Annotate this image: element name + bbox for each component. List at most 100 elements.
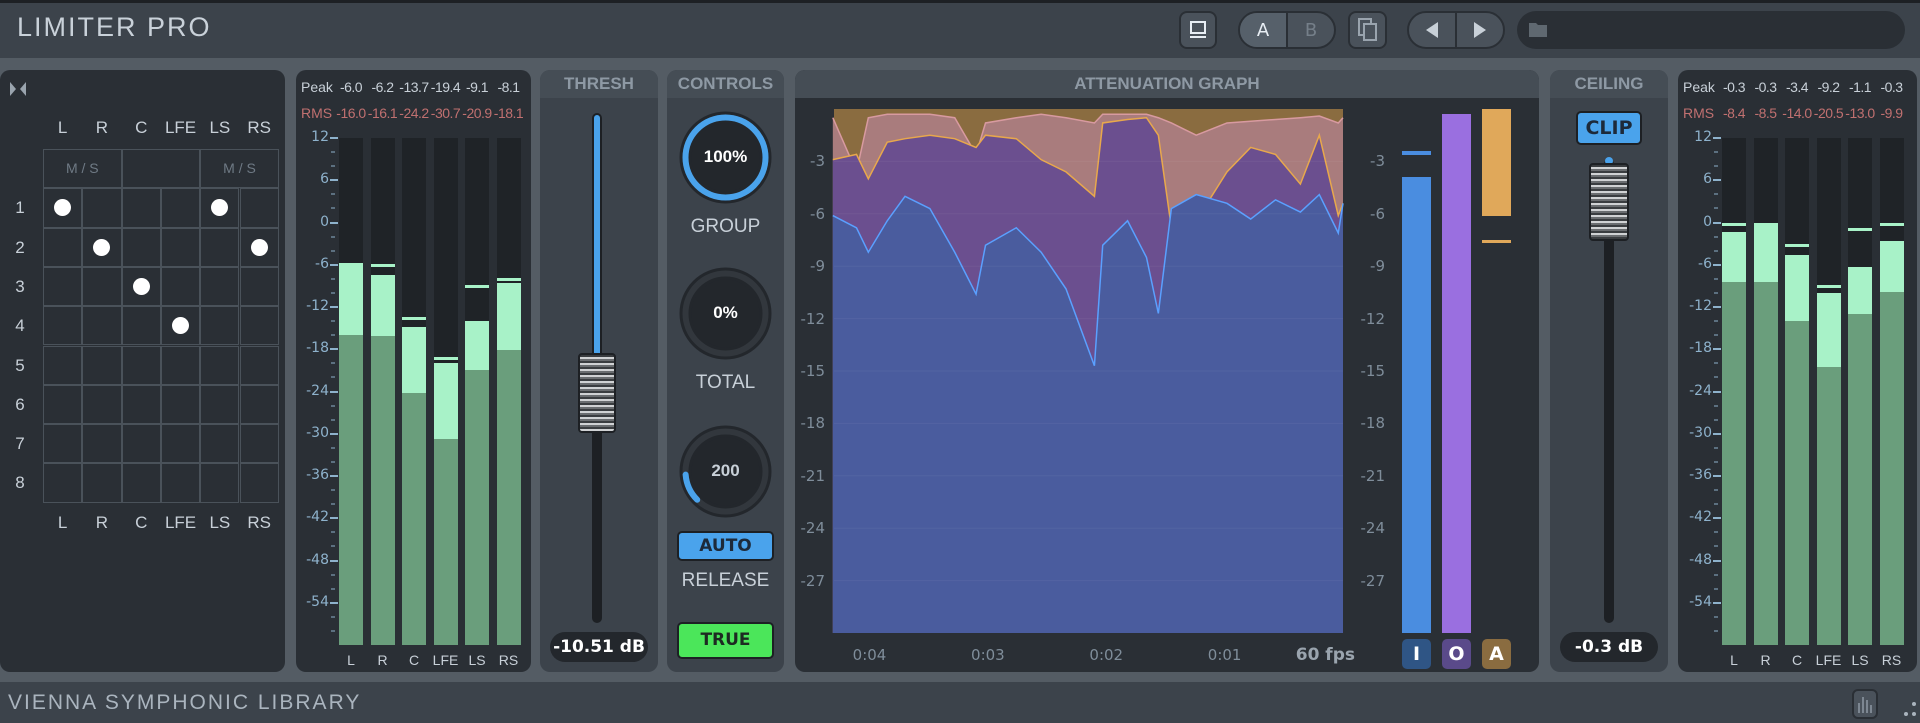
meter-scale-label: -36 <box>306 467 329 483</box>
routing-cell[interactable] <box>82 345 122 385</box>
clip-button[interactable]: CLIP <box>1576 111 1642 145</box>
graph-y-label-left: -18 <box>800 414 826 433</box>
routing-cell[interactable] <box>239 463 279 503</box>
meter-minor-tick <box>331 489 335 492</box>
routing-cell[interactable] <box>82 188 122 228</box>
preset-b-button[interactable]: B <box>1288 13 1334 47</box>
graph-toggle-a[interactable]: A <box>1482 639 1511 669</box>
graph-toggle-o[interactable]: O <box>1442 639 1471 669</box>
meter-tick <box>330 601 338 604</box>
peak-value: -8.1 <box>497 79 520 95</box>
controls-panel: CONTROLS 100% GROUP 0% TOTAL 200 AUTO RE… <box>667 70 784 672</box>
brand-label: VIENNA SYMPHONIC LIBRARY <box>8 691 362 714</box>
input-level-bar <box>1402 177 1431 633</box>
meter-minor-tick <box>1714 249 1718 252</box>
routing-bottom-label: RS <box>247 513 271 532</box>
meter-scale-label: 0 <box>1703 213 1712 230</box>
routing-cell[interactable] <box>239 266 279 307</box>
graph-y-label-right: -24 <box>1360 519 1386 538</box>
graph-y-label-right: -6 <box>1370 204 1385 223</box>
attenuation-bar <box>1482 109 1511 216</box>
routing-cell[interactable] <box>200 345 240 385</box>
routing-cell[interactable] <box>43 266 83 307</box>
meter-tick <box>330 306 338 308</box>
collapse-icon[interactable] <box>10 82 26 96</box>
routing-cell[interactable] <box>200 424 240 464</box>
next-preset-button[interactable] <box>1457 13 1503 47</box>
meter-rms-fill <box>1879 292 1904 645</box>
routing-cell[interactable] <box>121 384 161 425</box>
monitor-icon <box>1190 21 1206 38</box>
routing-cell[interactable] <box>43 306 83 346</box>
routing-cell[interactable] <box>160 424 201 464</box>
graph-y-label-right: -21 <box>1360 466 1386 485</box>
meter-tick <box>1713 559 1721 562</box>
meter-minor-tick <box>331 249 335 252</box>
attenuation-graph-panel: ATTENUATION GRAPH -3 -3 -6 -6 -9 -9 -12 -12 -15-… <box>795 70 1539 672</box>
meter-scale-label: -54 <box>306 593 329 610</box>
thresh-slider-handle[interactable] <box>578 352 616 433</box>
routing-cell[interactable] <box>43 384 83 425</box>
preset-a-button[interactable]: A <box>1240 13 1288 47</box>
routing-cell[interactable] <box>43 345 83 385</box>
routing-cell[interactable] <box>200 463 240 503</box>
routing-cell[interactable] <box>200 227 240 267</box>
routing-cell[interactable] <box>121 345 161 385</box>
routing-row-label: 7 <box>15 434 25 454</box>
routing-cell[interactable] <box>82 463 122 503</box>
routing-cell[interactable] <box>160 266 201 307</box>
window-size-button[interactable] <box>1179 11 1217 49</box>
routing-cell[interactable] <box>160 463 201 503</box>
routing-dot[interactable] <box>250 238 268 256</box>
routing-cell[interactable] <box>200 306 240 346</box>
meter-rms-fill <box>370 335 395 645</box>
copy-button[interactable] <box>1348 11 1387 49</box>
routing-cell[interactable] <box>239 384 279 425</box>
routing-cell[interactable] <box>160 345 201 385</box>
routing-cell[interactable] <box>82 266 122 307</box>
routing-cell[interactable] <box>82 306 122 346</box>
meter-scale-label: 12 <box>311 129 329 145</box>
routing-dot[interactable] <box>132 278 150 296</box>
routing-cell[interactable] <box>82 424 122 464</box>
routing-cell[interactable] <box>200 266 240 307</box>
spectrum-button[interactable] <box>1852 689 1878 719</box>
meter-rms-fill <box>1848 314 1872 645</box>
graph-toggle-i[interactable]: I <box>1402 639 1431 669</box>
rms-value: -18.1 <box>493 105 524 121</box>
routing-cell[interactable] <box>160 384 201 425</box>
meter-minor-tick <box>331 573 335 576</box>
routing-cell[interactable] <box>200 384 240 425</box>
routing-cell[interactable] <box>43 463 83 503</box>
routing-cell[interactable] <box>82 384 122 425</box>
routing-cell[interactable] <box>121 306 161 346</box>
auto-release-button[interactable]: AUTO <box>677 531 774 561</box>
thresh-value[interactable]: -10.51 dB <box>550 632 648 662</box>
resize-grip-icon[interactable] <box>1900 700 1918 720</box>
routing-bottom-label: C <box>135 513 148 532</box>
routing-cell[interactable] <box>160 227 201 267</box>
meter-minor-tick <box>1714 489 1718 492</box>
prev-preset-button[interactable] <box>1409 13 1457 47</box>
routing-cell[interactable] <box>239 345 279 385</box>
meter-tick <box>330 517 338 520</box>
routing-cell[interactable] <box>43 227 83 267</box>
routing-cell[interactable] <box>121 188 161 228</box>
ceiling-slider-handle[interactable] <box>1589 163 1629 241</box>
routing-cell[interactable] <box>239 306 279 346</box>
graph-y-label-left: -21 <box>800 466 826 485</box>
meter-minor-tick <box>1714 615 1718 618</box>
routing-cell[interactable] <box>121 227 161 267</box>
graph-y-label-left: -3 <box>810 152 825 171</box>
routing-cell[interactable] <box>43 424 83 464</box>
routing-cell[interactable] <box>121 424 161 464</box>
preset-browser-field[interactable] <box>1517 11 1905 49</box>
true-peak-button[interactable]: TRUE <box>677 622 774 659</box>
attenuation-hold-marker <box>1482 240 1511 243</box>
meter-minor-tick <box>1714 460 1718 463</box>
routing-cell[interactable] <box>160 188 201 228</box>
routing-cell[interactable] <box>239 424 279 464</box>
ceiling-value[interactable]: -0.3 dB <box>1560 632 1658 662</box>
routing-cell[interactable] <box>239 188 279 228</box>
routing-cell[interactable] <box>121 463 161 503</box>
